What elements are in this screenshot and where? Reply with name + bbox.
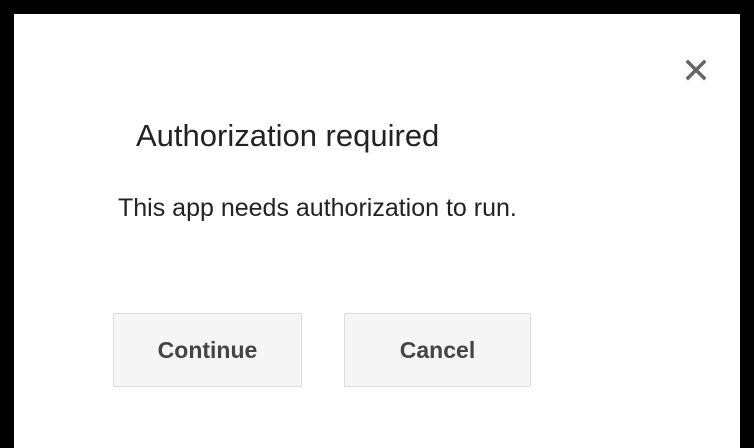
continue-button[interactable]: Continue [113, 313, 302, 387]
cancel-button[interactable]: Cancel [344, 313, 531, 387]
dialog-title: Authorization required [136, 118, 440, 153]
close-button[interactable] [680, 54, 712, 86]
dialog-message: This app needs authorization to run. [118, 194, 517, 222]
authorization-dialog: Authorization required This app needs au… [14, 14, 740, 448]
close-icon [685, 59, 707, 81]
